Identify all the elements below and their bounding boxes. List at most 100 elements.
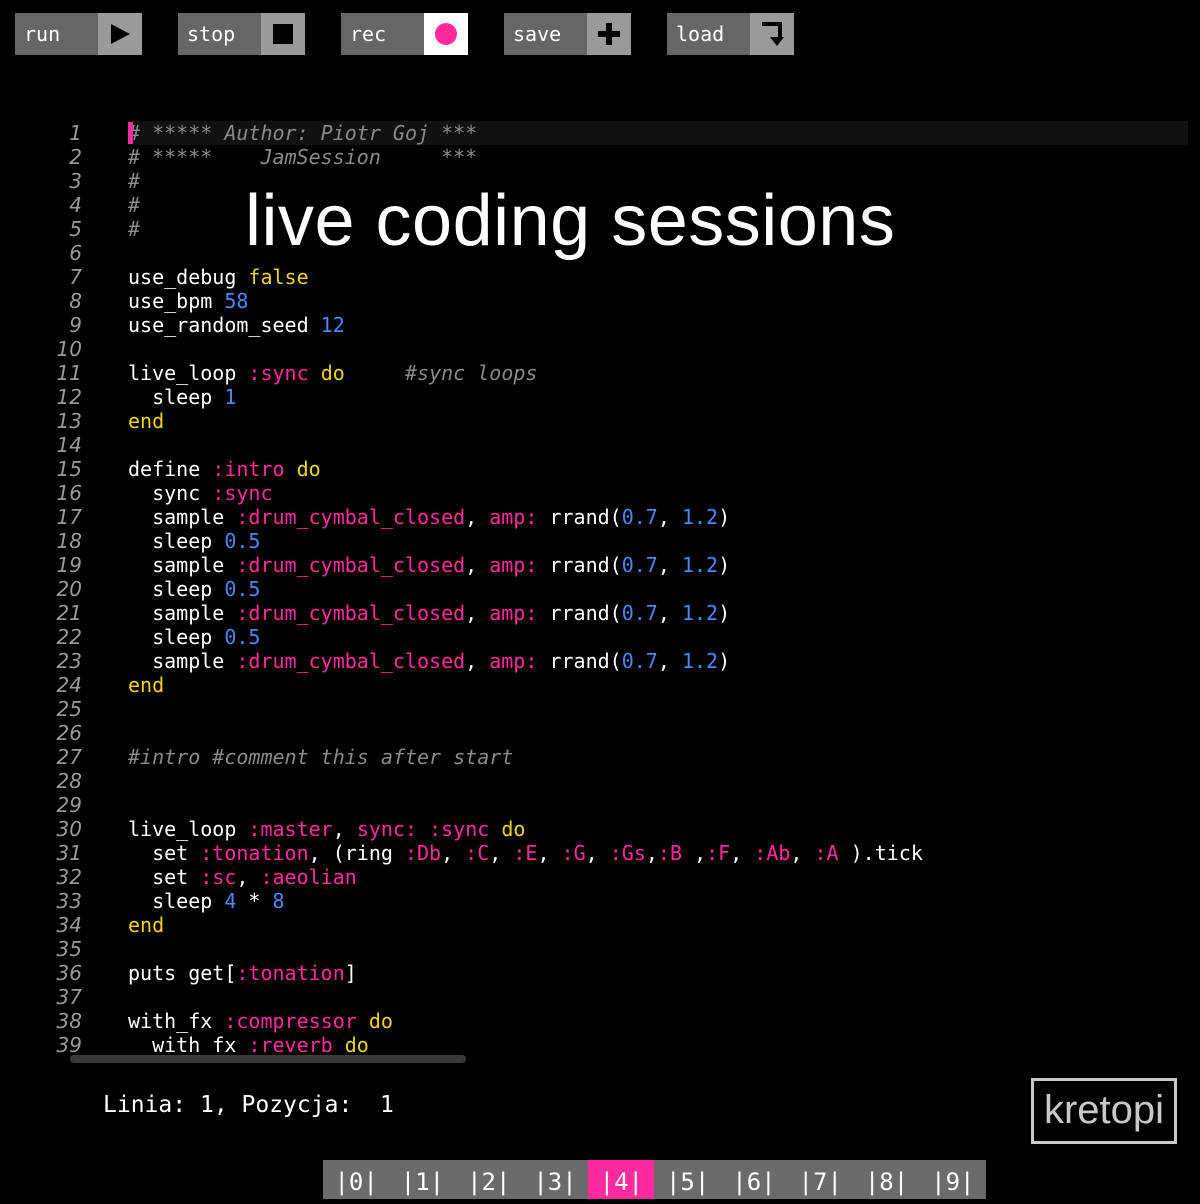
code-line[interactable]: with_fx :compressor do (128, 1009, 1188, 1033)
code-line[interactable]: live_loop :master, sync: :sync do (128, 817, 1188, 841)
line-number: 5 (69, 217, 82, 241)
code-line[interactable]: sleep 0.5 (128, 625, 1188, 649)
line-number: 25 (56, 697, 82, 721)
buffer-tab-4[interactable]: |4| (588, 1160, 655, 1199)
code-line[interactable] (128, 985, 1188, 1009)
code-token: sleep (128, 577, 225, 601)
buffer-tab-6[interactable]: |6| (721, 1160, 787, 1199)
code-line[interactable]: define :intro do (128, 457, 1188, 481)
code-token: use_random_seed (128, 313, 321, 337)
buffer-tab-8[interactable]: |8| (853, 1160, 919, 1199)
code-token: :F (706, 841, 731, 865)
buffer-tab-7[interactable]: |7| (787, 1160, 853, 1199)
code-line[interactable]: sample :drum_cymbal_closed, amp: rrand(0… (128, 649, 1188, 673)
code-token: do (501, 817, 526, 841)
code-line[interactable]: use_bpm 58 (128, 289, 1188, 313)
code-token: , (465, 601, 490, 625)
code-line[interactable] (128, 721, 1188, 745)
code-line[interactable]: puts get[:tonation] (128, 961, 1188, 985)
code-token: 1.2 (681, 505, 719, 529)
stop-button[interactable]: stop (178, 13, 305, 55)
code-token: with_fx (128, 1033, 249, 1057)
line-number: 14 (56, 433, 82, 457)
code-token: do (296, 457, 321, 481)
code-line[interactable] (128, 793, 1188, 817)
buffer-tab-9[interactable]: |9| (920, 1160, 986, 1199)
code-line[interactable]: # ***** JamSession *** (128, 145, 1188, 169)
code-token: 0.7 (621, 601, 658, 625)
stop-icon[interactable] (261, 13, 305, 55)
code-line[interactable] (128, 337, 1188, 361)
code-line[interactable]: sample :drum_cymbal_closed, amp: rrand(0… (128, 505, 1188, 529)
code-line[interactable] (128, 937, 1188, 961)
code-token: sync (128, 481, 213, 505)
load-icon[interactable] (750, 13, 794, 55)
buffer-tab-3[interactable]: |3| (522, 1160, 588, 1199)
code-line[interactable]: end (128, 409, 1188, 433)
buffer-tab-0[interactable]: |0| (323, 1160, 389, 1199)
buffer-tab-1[interactable]: |1| (389, 1160, 455, 1199)
code-line[interactable]: live_loop :sync do #sync loops (128, 361, 1188, 385)
code-token: # (128, 217, 141, 241)
code-line[interactable]: set :tonation, (ring :Db, :C, :E, :G, :G… (128, 841, 1188, 865)
code-line[interactable]: sample :drum_cymbal_closed, amp: rrand(0… (128, 553, 1188, 577)
save-button-label: save (504, 13, 587, 55)
code-line[interactable]: sleep 1 (128, 385, 1188, 409)
code-token: with_fx (128, 1009, 225, 1033)
run-button[interactable]: run (15, 13, 142, 55)
code-token: define (128, 457, 213, 481)
code-token: rrand( (537, 601, 622, 625)
code-token: :C (465, 841, 490, 865)
code-token: end (128, 913, 165, 937)
code-token: use_debug (128, 265, 249, 289)
code-token: sleep (128, 385, 225, 409)
code-line[interactable]: sample :drum_cymbal_closed, amp: rrand(0… (128, 601, 1188, 625)
kretopi-logo: kretopi (1031, 1078, 1177, 1144)
save-button[interactable]: save (504, 13, 631, 55)
code-line[interactable] (128, 697, 1188, 721)
code-token: :tonation (200, 841, 309, 865)
code-token: rrand( (537, 553, 622, 577)
code-token: rrand( (537, 505, 622, 529)
code-line[interactable]: set :sc, :aeolian (128, 865, 1188, 889)
line-number: 21 (56, 601, 82, 625)
code-line[interactable]: # ***** Author: Piotr Goj *** (128, 121, 1188, 145)
code-token: , (465, 505, 490, 529)
code-line[interactable]: sleep 0.5 (128, 577, 1188, 601)
code-token: :sc (200, 865, 237, 889)
load-button[interactable]: load (667, 13, 794, 55)
code-line[interactable]: end (128, 913, 1188, 937)
code-line[interactable] (128, 769, 1188, 793)
code-token: #intro #comment this after start (128, 745, 514, 769)
code-line[interactable]: sync :sync (128, 481, 1188, 505)
horizontal-scrollbar[interactable] (70, 1055, 466, 1063)
record-icon[interactable] (424, 13, 468, 55)
code-token: :aeolian (260, 865, 357, 889)
code-line[interactable] (128, 433, 1188, 457)
buffer-tab-5[interactable]: |5| (654, 1160, 720, 1199)
play-icon[interactable] (98, 13, 142, 55)
code-line[interactable]: sleep 4 * 8 (128, 889, 1188, 913)
buffer-tab-2[interactable]: |2| (456, 1160, 522, 1199)
code-line[interactable]: end (128, 673, 1188, 697)
code-line[interactable]: use_random_seed 12 (128, 313, 1188, 337)
code-token: , (236, 865, 261, 889)
code-line[interactable]: #intro #comment this after start (128, 745, 1188, 769)
code-token: :master (248, 817, 333, 841)
line-number: 28 (56, 769, 82, 793)
line-number: 23 (56, 649, 82, 673)
code-line[interactable]: with_fx :reverb do (128, 1033, 1188, 1057)
code-token: , (682, 841, 707, 865)
stop-button-label: stop (178, 13, 261, 55)
code-line[interactable]: use_debug false (128, 265, 1188, 289)
code-token: 1 (224, 385, 237, 409)
run-button-label: run (15, 13, 98, 55)
code-line[interactable]: sleep 0.5 (128, 529, 1188, 553)
plus-icon[interactable] (587, 13, 631, 55)
code-token: , (441, 841, 466, 865)
code-token: live_loop (128, 361, 249, 385)
rec-button[interactable]: rec (341, 13, 468, 55)
code-token: 1.2 (681, 601, 719, 625)
